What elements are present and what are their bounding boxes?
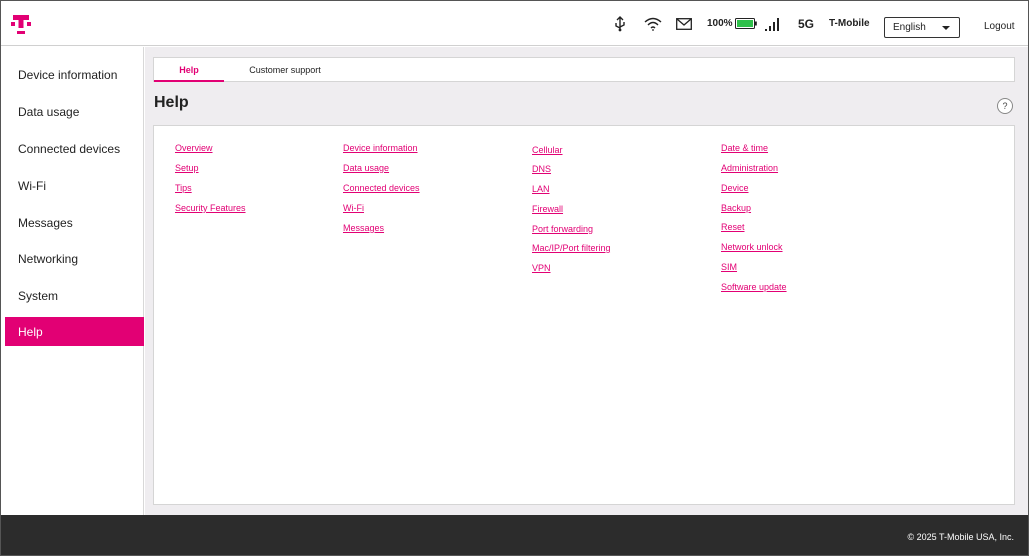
link-setup[interactable]: Setup xyxy=(175,163,199,173)
t-mobile-logo xyxy=(11,15,31,34)
help-links-panel: Overview Setup Tips Security Features De… xyxy=(153,125,1015,505)
link-vpn[interactable]: VPN xyxy=(532,263,551,273)
top-header: 100% 5G T-Mobile English Logout xyxy=(1,1,1028,46)
link-data-usage[interactable]: Data usage xyxy=(343,163,389,173)
sidebar-item-networking[interactable]: Networking xyxy=(5,244,144,273)
link-software-update[interactable]: Software update xyxy=(721,282,787,292)
usb-icon xyxy=(613,1,627,46)
sidebar-item-data-usage[interactable]: Data usage xyxy=(5,97,144,126)
sidebar-item-messages[interactable]: Messages xyxy=(5,208,144,237)
sidebar-item-device-information[interactable]: Device information xyxy=(5,60,144,89)
link-messages[interactable]: Messages xyxy=(343,223,384,233)
tab-bar: Help Customer support xyxy=(153,57,1015,82)
link-security-features[interactable]: Security Features xyxy=(175,203,246,213)
link-date-time[interactable]: Date & time xyxy=(721,143,768,153)
sidebar-item-wifi[interactable]: Wi-Fi xyxy=(5,171,144,200)
link-sim[interactable]: SIM xyxy=(721,262,737,272)
link-administration[interactable]: Administration xyxy=(721,163,778,173)
chevron-down-icon xyxy=(942,26,950,30)
tab-customer-support[interactable]: Customer support xyxy=(230,58,340,81)
link-overview[interactable]: Overview xyxy=(175,143,213,153)
logout-button[interactable]: Logout xyxy=(984,21,1015,32)
language-select-value: English xyxy=(893,22,926,33)
link-wifi[interactable]: Wi-Fi xyxy=(343,203,364,213)
link-device-information[interactable]: Device information xyxy=(343,143,418,153)
language-select[interactable]: English xyxy=(884,17,960,38)
sidebar-item-system[interactable]: System xyxy=(5,281,144,310)
copyright-text: © 2025 T-Mobile USA, Inc. xyxy=(907,532,1014,542)
sidebar-item-connected-devices[interactable]: Connected devices xyxy=(5,134,144,163)
link-reset[interactable]: Reset xyxy=(721,222,745,232)
link-tips[interactable]: Tips xyxy=(175,183,192,193)
link-port-forwarding[interactable]: Port forwarding xyxy=(532,224,593,234)
sidebar-item-help[interactable]: Help xyxy=(5,317,144,346)
mail-icon[interactable] xyxy=(676,1,692,46)
wifi-icon xyxy=(644,1,662,46)
help-question-button[interactable]: ? xyxy=(997,98,1013,114)
page-title: Help xyxy=(154,94,189,111)
page-footer: © 2025 T-Mobile USA, Inc. xyxy=(1,515,1028,555)
link-cellular[interactable]: Cellular xyxy=(532,145,563,155)
main-content: Help Customer support Help ? Overview Se… xyxy=(145,47,1028,515)
carrier-name: T-Mobile xyxy=(829,18,870,29)
link-network-unlock[interactable]: Network unlock xyxy=(721,242,783,252)
link-firewall[interactable]: Firewall xyxy=(532,204,563,214)
tab-help[interactable]: Help xyxy=(154,58,224,82)
link-mac-ip-port-filtering[interactable]: Mac/IP/Port filtering xyxy=(532,243,611,253)
battery-icon xyxy=(735,1,757,46)
link-backup[interactable]: Backup xyxy=(721,203,751,213)
link-lan[interactable]: LAN xyxy=(532,184,550,194)
signal-icon xyxy=(764,1,782,46)
battery-text: 100% xyxy=(707,18,733,29)
link-connected-devices[interactable]: Connected devices xyxy=(343,183,420,193)
link-dns[interactable]: DNS xyxy=(532,164,551,174)
network-type: 5G xyxy=(798,16,815,31)
sidebar-nav: Device information Data usage Connected … xyxy=(1,47,144,515)
link-device[interactable]: Device xyxy=(721,183,749,193)
